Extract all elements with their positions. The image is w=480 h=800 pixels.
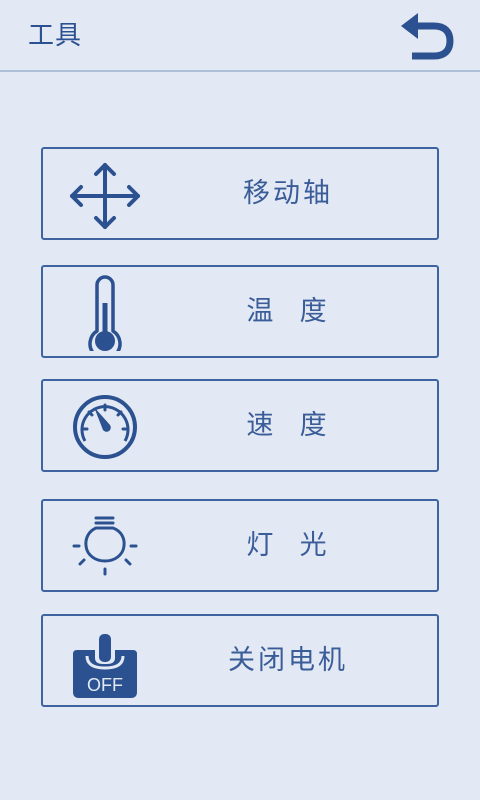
undo-arrow-icon <box>401 13 454 60</box>
motor-off-icon: OFF <box>65 624 141 700</box>
speed-label: 速 度 <box>246 410 330 441</box>
motor-off-icon-text: OFF <box>87 675 123 695</box>
move-arrows-icon <box>65 157 141 233</box>
top-bar: 工具 <box>0 0 480 72</box>
thermometer-icon <box>65 275 141 351</box>
move-axis-button[interactable]: 移动轴 <box>41 147 439 240</box>
page-title: 工具 <box>28 21 83 51</box>
lights-button[interactable]: 灯 光 <box>41 499 439 592</box>
motor-off-button[interactable]: OFF 关闭电机 <box>41 614 439 707</box>
speedometer-icon <box>65 389 141 465</box>
temperature-button[interactable]: 温 度 <box>41 265 439 358</box>
temperature-label: 温 度 <box>246 296 330 327</box>
lights-label: 灯 光 <box>246 530 330 561</box>
motor-off-label: 关闭电机 <box>228 645 348 676</box>
light-bulb-icon <box>65 509 141 585</box>
speed-button[interactable]: 速 度 <box>41 379 439 472</box>
move-axis-label: 移动轴 <box>243 178 333 209</box>
back-button[interactable] <box>398 10 458 64</box>
